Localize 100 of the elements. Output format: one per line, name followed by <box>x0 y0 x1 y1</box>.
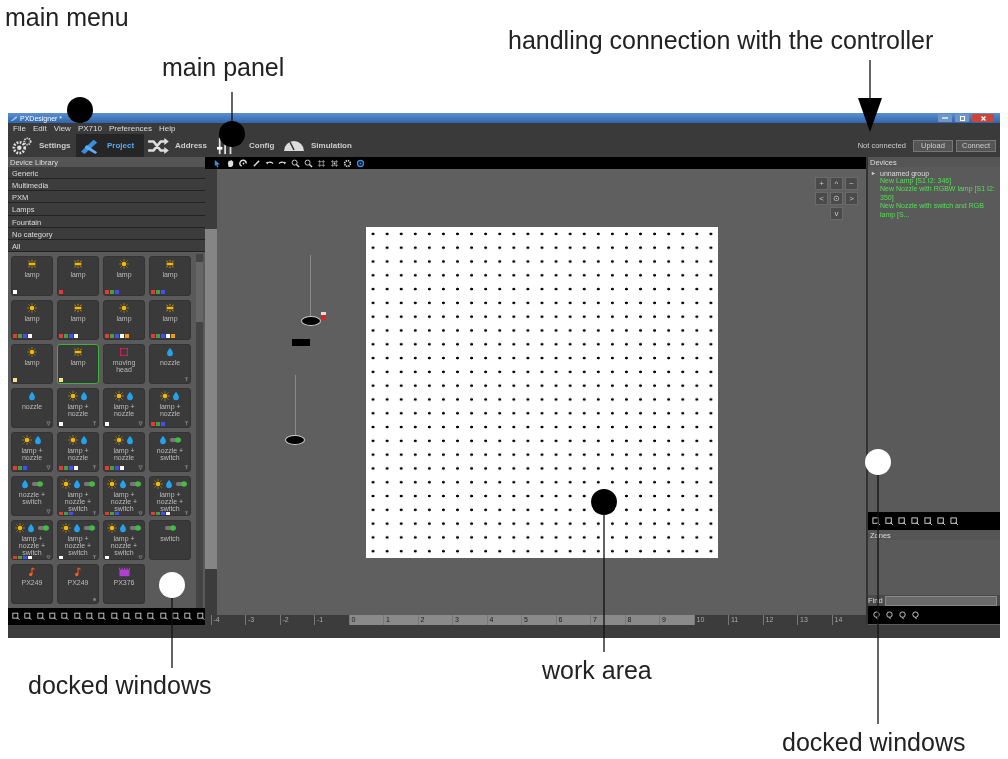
selection-tool-icon[interactable] <box>85 612 95 621</box>
navigation-button[interactable]: ^ <box>830 177 843 190</box>
grid-icon[interactable] <box>317 158 326 168</box>
selection-tool-icon[interactable] <box>937 516 946 526</box>
sun-icon <box>27 303 37 313</box>
toggle-switch-icon <box>31 479 44 489</box>
scrollbar[interactable] <box>196 254 203 608</box>
toggle-switch-icon <box>82 479 96 489</box>
callout-dot <box>591 489 617 515</box>
navigation-button[interactable]: − <box>845 177 858 190</box>
marker-shape <box>321 312 326 320</box>
selection-tool-icon[interactable] <box>48 612 58 621</box>
rotate-icon[interactable] <box>239 158 248 168</box>
selection-tool-icon[interactable] <box>885 516 894 526</box>
cup-icon <box>138 555 143 559</box>
cup-icon <box>138 511 143 515</box>
toggle-switch-icon <box>82 523 96 533</box>
nozzle-pipe-icon <box>184 511 189 515</box>
callout-label: main panel <box>162 53 285 82</box>
lasso-icon[interactable] <box>911 610 920 620</box>
main-panel-tab[interactable]: Settings <box>8 134 76 157</box>
clapperboard-icon <box>117 567 131 577</box>
selection-tool-icon[interactable] <box>196 612 205 621</box>
sun-icon <box>113 391 124 401</box>
callout-dot <box>219 121 245 147</box>
selection-tool-icon[interactable] <box>110 612 119 621</box>
lasso-icon[interactable] <box>898 610 907 620</box>
menu-item[interactable]: Edit <box>32 124 47 133</box>
zoom-in-icon[interactable] <box>291 158 300 168</box>
cup-icon <box>138 465 143 471</box>
settings-icon[interactable] <box>343 158 352 168</box>
zoom-out-icon[interactable] <box>304 158 313 168</box>
lamp-bar-icon <box>73 303 83 313</box>
pointer-icon[interactable] <box>213 158 222 168</box>
water-drop-icon <box>32 435 43 445</box>
sun-icon <box>106 523 117 533</box>
selection-tool-icon[interactable] <box>159 612 169 621</box>
menu-item[interactable]: View <box>53 124 71 133</box>
water-drop-icon <box>71 479 82 489</box>
selection-tool-icon[interactable] <box>24 612 33 621</box>
sun-icon <box>119 259 129 269</box>
selection-tool-icon[interactable] <box>872 516 881 526</box>
navigation-button[interactable]: ⊙ <box>830 192 843 205</box>
navigation-button[interactable]: v <box>830 207 843 220</box>
grid-snap-icon[interactable] <box>330 158 339 168</box>
selection-tool-icon[interactable] <box>12 612 21 621</box>
selection-tool-icon[interactable] <box>147 612 156 621</box>
sun-icon <box>159 391 170 401</box>
selection-tool-icon[interactable] <box>184 612 193 621</box>
selection-tool-icon[interactable] <box>950 516 959 526</box>
selection-tool-icon[interactable] <box>73 612 82 621</box>
water-drop-icon <box>71 523 82 533</box>
water-drop-icon <box>163 479 174 489</box>
selection-tool-icon[interactable] <box>924 516 933 526</box>
hand-icon[interactable] <box>226 158 235 168</box>
selection-tool-icon[interactable] <box>898 516 907 526</box>
selection-tool-icon[interactable] <box>36 612 45 621</box>
selection-tool-icon[interactable] <box>172 612 181 621</box>
maximize-button[interactable] <box>955 114 969 122</box>
lasso-icon[interactable] <box>885 610 894 620</box>
pencil-icon[interactable] <box>252 158 261 168</box>
menu-item[interactable]: PX710 <box>77 124 102 133</box>
sun-icon <box>60 523 71 533</box>
callout-dot <box>159 572 185 598</box>
navigation-button[interactable]: < <box>815 192 828 205</box>
expand-arrow-icon[interactable] <box>871 171 876 176</box>
menu-item[interactable]: File <box>13 124 26 133</box>
toggle-switch-icon <box>36 523 50 533</box>
sun-icon <box>67 391 78 401</box>
minimize-icon <box>942 117 948 119</box>
lasso-icon[interactable] <box>872 610 881 620</box>
selection-tool-icon[interactable] <box>122 612 132 621</box>
water-drop-icon <box>124 435 135 445</box>
callout-dot <box>865 449 891 475</box>
toggle-switch-icon <box>128 523 142 533</box>
cup-icon <box>46 465 51 471</box>
main-panel-tab[interactable]: Project <box>76 134 144 157</box>
callout-dot <box>67 97 93 123</box>
callout-label: docked windows <box>28 671 212 700</box>
moving-head-icon <box>119 347 129 357</box>
nozzle-pipe-icon <box>184 421 189 427</box>
navigation-button[interactable]: + <box>815 177 828 190</box>
lamp-bar-icon <box>27 259 37 269</box>
menu-item[interactable]: Help <box>159 124 176 133</box>
cup-icon <box>46 509 51 515</box>
selection-tool-icon[interactable] <box>61 612 70 621</box>
selection-tool-icon[interactable] <box>135 612 144 621</box>
selection-tool-icon[interactable] <box>98 612 107 621</box>
sun-icon <box>27 347 37 357</box>
selection-tool-icon[interactable] <box>911 516 920 526</box>
nozzle-pipe-icon <box>184 377 189 383</box>
menu-item[interactable]: Preferences <box>108 124 153 133</box>
lamp-bar-icon <box>165 259 175 269</box>
sun-icon <box>60 479 71 489</box>
navigation-button[interactable]: > <box>845 192 858 205</box>
nozzle-pipe-icon <box>92 555 97 559</box>
view-icon[interactable] <box>356 158 365 168</box>
gears-icon <box>11 136 33 155</box>
main-panel-tab[interactable]: Address <box>144 134 212 157</box>
close-button[interactable] <box>972 114 994 122</box>
